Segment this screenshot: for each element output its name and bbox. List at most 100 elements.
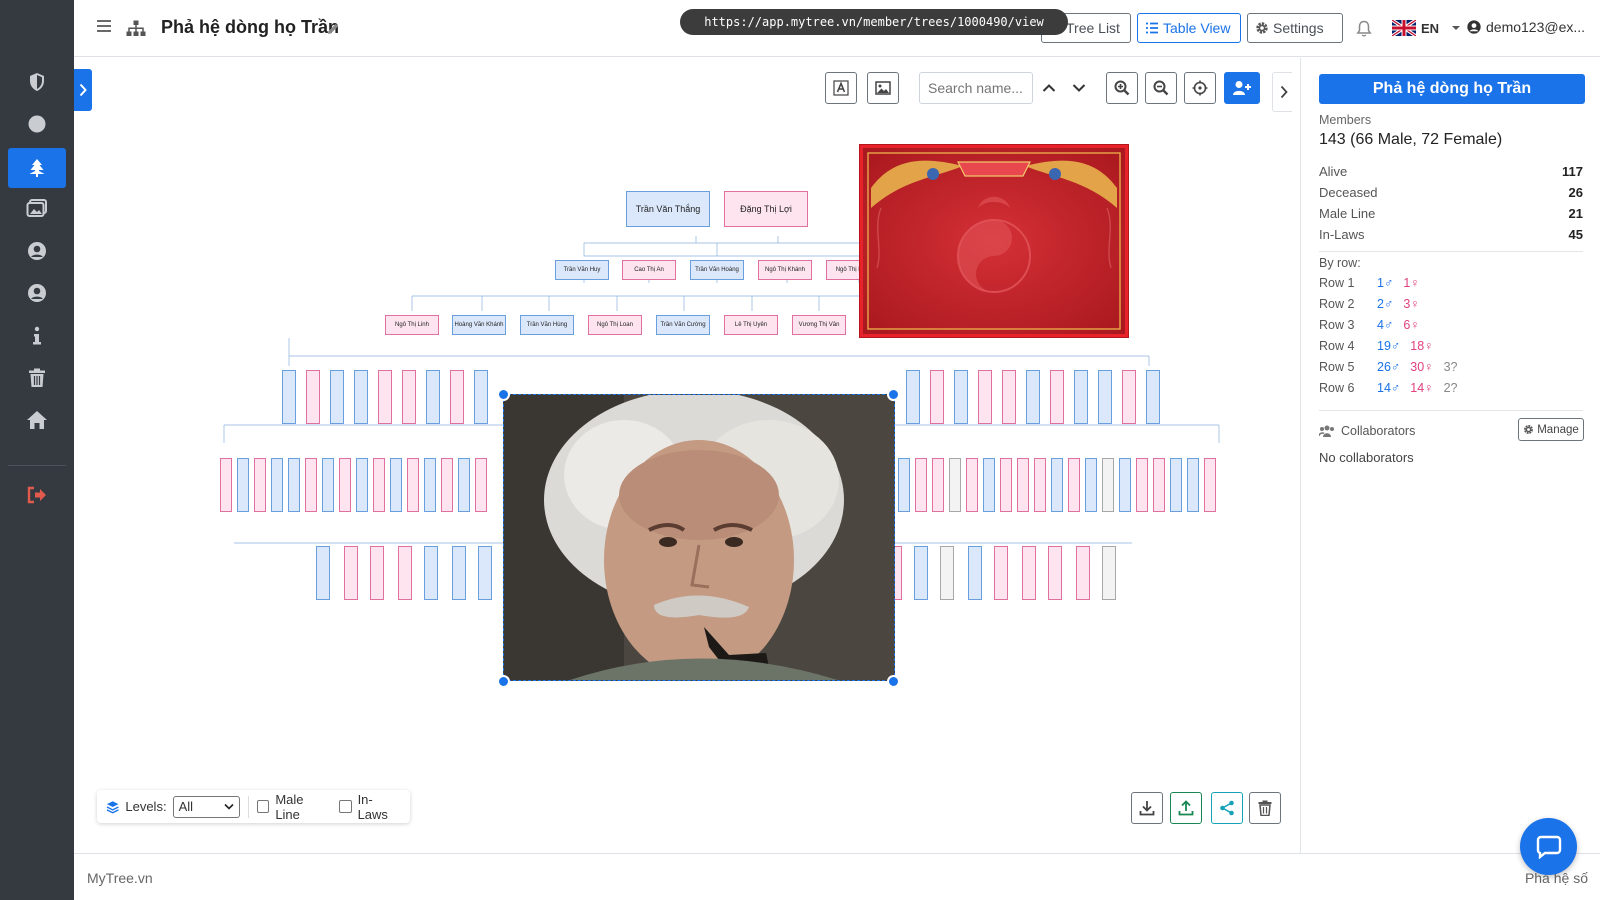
person-node[interactable]: [237, 458, 249, 512]
sidebar-item-circle[interactable]: [8, 104, 66, 144]
resize-handle[interactable]: [497, 675, 510, 688]
person-node[interactable]: [1076, 546, 1090, 600]
person-node[interactable]: Đặng Thị Lợi: [724, 191, 808, 227]
person-node[interactable]: [339, 458, 351, 512]
person-node[interactable]: [322, 458, 334, 512]
person-node[interactable]: [316, 546, 330, 600]
person-node[interactable]: Trần Văn Cường: [656, 315, 710, 335]
person-node[interactable]: [1017, 458, 1029, 512]
resize-handle[interactable]: [887, 675, 900, 688]
person-node[interactable]: [1102, 458, 1114, 512]
person-node[interactable]: [402, 370, 416, 424]
edit-title-button[interactable]: [326, 22, 340, 41]
person-node[interactable]: [1068, 458, 1080, 512]
person-node[interactable]: [966, 458, 978, 512]
person-node[interactable]: [450, 370, 464, 424]
person-node[interactable]: [1098, 370, 1112, 424]
in-laws-checkbox[interactable]: [339, 800, 352, 813]
person-node[interactable]: Ngô Thị Khánh: [758, 260, 812, 280]
person-node[interactable]: [424, 458, 436, 512]
sidebar-item-home[interactable]: [8, 400, 66, 440]
resize-handle[interactable]: [497, 388, 510, 401]
download-button[interactable]: [1131, 792, 1163, 824]
person-node[interactable]: [1074, 370, 1088, 424]
person-node[interactable]: Ngô Thị Linh: [385, 315, 439, 335]
person-node[interactable]: Ngô Thị Loan: [588, 315, 642, 335]
sidebar-item-gallery[interactable]: [8, 188, 66, 228]
person-node[interactable]: [1153, 458, 1165, 512]
person-node[interactable]: [373, 458, 385, 512]
person-node[interactable]: [305, 458, 317, 512]
table-view-button[interactable]: Table View: [1137, 13, 1241, 43]
person-node[interactable]: [390, 458, 402, 512]
person-node[interactable]: [1002, 370, 1016, 424]
person-node[interactable]: [475, 458, 487, 512]
sidebar-item-trash[interactable]: [8, 358, 66, 398]
person-node[interactable]: [424, 546, 438, 600]
person-node[interactable]: [915, 458, 927, 512]
person-node[interactable]: [271, 458, 283, 512]
person-node[interactable]: [968, 546, 982, 600]
person-node[interactable]: [452, 546, 466, 600]
person-node[interactable]: [930, 370, 944, 424]
person-node[interactable]: [949, 458, 961, 512]
person-node[interactable]: [1051, 458, 1063, 512]
manage-collaborators-button[interactable]: Manage: [1518, 418, 1584, 441]
user-menu[interactable]: demo123@ex...: [1467, 19, 1585, 35]
menu-toggle[interactable]: [96, 19, 112, 38]
male-line-checkbox[interactable]: [256, 800, 270, 813]
tree-canvas[interactable]: Trần Văn Thắng Đặng Thị Lợi Trần Văn Huy…: [74, 58, 1292, 853]
person-node[interactable]: [1122, 370, 1136, 424]
person-node[interactable]: [906, 370, 920, 424]
person-node[interactable]: [983, 458, 995, 512]
portrait-image[interactable]: [503, 394, 895, 681]
person-node[interactable]: [370, 546, 384, 600]
person-node[interactable]: [378, 370, 392, 424]
person-node[interactable]: [1119, 458, 1131, 512]
sidebar-item-account[interactable]: [8, 273, 66, 313]
person-node[interactable]: [1000, 458, 1012, 512]
person-node[interactable]: [994, 546, 1008, 600]
person-node[interactable]: [478, 546, 492, 600]
person-node[interactable]: [1050, 370, 1064, 424]
person-node[interactable]: Trần Văn Hùng: [520, 315, 574, 335]
person-node[interactable]: Cao Thị An: [622, 260, 676, 280]
person-node[interactable]: [354, 370, 368, 424]
upload-button[interactable]: [1170, 792, 1202, 824]
person-node[interactable]: [932, 458, 944, 512]
person-node[interactable]: [1034, 458, 1046, 512]
person-node[interactable]: Lê Thị Uyên: [724, 315, 778, 335]
person-node[interactable]: [306, 370, 320, 424]
person-node[interactable]: Hoàng Văn Khánh: [452, 315, 506, 335]
sidebar-item-shield[interactable]: [8, 62, 66, 102]
sidebar-item-info[interactable]: [8, 316, 66, 356]
person-node[interactable]: [1204, 458, 1216, 512]
person-node[interactable]: [940, 546, 954, 600]
person-node[interactable]: [356, 458, 368, 512]
person-node[interactable]: [398, 546, 412, 600]
person-node[interactable]: [441, 458, 453, 512]
person-node[interactable]: [1048, 546, 1062, 600]
person-node[interactable]: [1187, 458, 1199, 512]
settings-button[interactable]: Settings: [1247, 13, 1343, 43]
resize-handle[interactable]: [887, 388, 900, 401]
language-selector[interactable]: EN: [1392, 20, 1462, 36]
person-node[interactable]: [1022, 546, 1036, 600]
person-node[interactable]: [1026, 370, 1040, 424]
person-node[interactable]: [978, 370, 992, 424]
person-node[interactable]: [1170, 458, 1182, 512]
sidebar-item-tree[interactable]: [8, 148, 66, 188]
person-node[interactable]: [330, 370, 344, 424]
panel-title-button[interactable]: Phả hệ dòng họ Trần: [1319, 74, 1585, 104]
person-node[interactable]: [344, 546, 358, 600]
sidebar-item-logout[interactable]: [8, 475, 66, 515]
person-node[interactable]: [914, 546, 928, 600]
notifications-button[interactable]: [1356, 20, 1372, 42]
person-node[interactable]: [220, 458, 232, 512]
levels-select[interactable]: All: [172, 795, 240, 818]
person-node[interactable]: Trần Văn Huy: [555, 260, 609, 280]
person-node[interactable]: [426, 370, 440, 424]
chat-button[interactable]: [1520, 818, 1577, 875]
share-button[interactable]: [1211, 792, 1243, 824]
person-node[interactable]: Trần Văn Thắng: [626, 191, 710, 227]
